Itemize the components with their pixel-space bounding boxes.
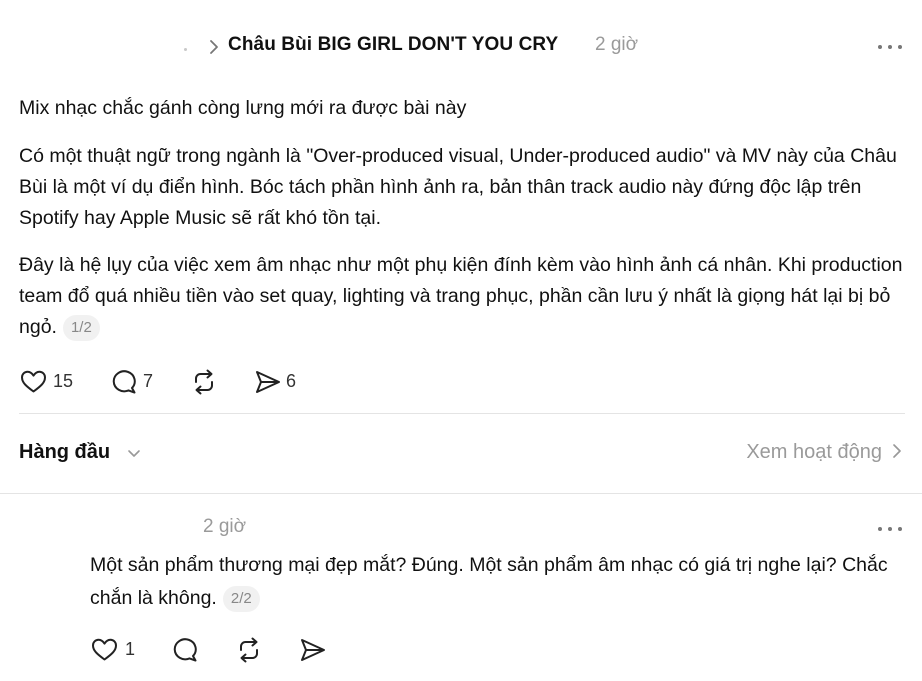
post-paragraph: Mix nhạc chắc gánh còng lưng mới ra được… xyxy=(19,97,467,119)
page-indicator-badge: 2/2 xyxy=(222,586,260,612)
post-timestamp[interactable]: 2 giờ xyxy=(595,34,638,56)
more-dots-icon[interactable] xyxy=(876,522,906,536)
view-activity-link[interactable]: Xem hoạt động xyxy=(746,441,902,469)
post-paragraph: Có một thuật ngữ trong ngành là "Over-pr… xyxy=(19,145,897,229)
post-author-title[interactable]: Châu Bùi BIG GIRL DON'T YOU CRY xyxy=(228,34,558,56)
reply-action-bar: 1 xyxy=(91,635,351,665)
like-button[interactable]: 15 xyxy=(20,367,80,397)
repost-icon xyxy=(195,369,213,395)
page-indicator-badge: 1/2 xyxy=(62,315,100,341)
send-icon xyxy=(301,639,325,661)
repost-button[interactable] xyxy=(235,635,265,665)
send-icon xyxy=(256,371,280,393)
divider xyxy=(0,493,922,494)
share-button[interactable]: 6 xyxy=(254,367,314,397)
like-count: 1 xyxy=(125,639,136,659)
divider xyxy=(19,413,905,414)
reply-timestamp[interactable]: 2 giờ xyxy=(203,516,246,538)
heart-icon xyxy=(92,638,117,661)
comment-count: 7 xyxy=(143,371,154,391)
comment-bubble-icon xyxy=(112,370,136,394)
reply-text: Một sản phẩm thương mại đẹp mắt? Đúng. M… xyxy=(90,554,888,609)
avatar[interactable] xyxy=(184,48,187,51)
post-paragraph: Đây là hệ lụy của việc xem âm nhạc như m… xyxy=(19,254,903,338)
comment-bubble-icon xyxy=(173,638,197,662)
like-count: 15 xyxy=(53,371,74,391)
chevron-right-icon xyxy=(893,444,901,458)
repost-icon xyxy=(240,637,258,663)
comment-button[interactable] xyxy=(171,635,201,665)
sort-dropdown[interactable]: Hàng đầu xyxy=(19,441,140,469)
chevron-down-icon xyxy=(128,450,140,457)
sort-label: Hàng đầu xyxy=(19,441,111,463)
reply-body: Một sản phẩm thương mại đẹp mắt? Đúng. M… xyxy=(90,549,890,615)
share-count: 6 xyxy=(286,371,297,391)
more-dots-icon[interactable] xyxy=(876,40,906,54)
comment-button[interactable]: 7 xyxy=(110,367,160,397)
share-button[interactable] xyxy=(299,635,329,665)
post-action-bar: 15 7 6 xyxy=(20,367,320,397)
chevron-right-icon xyxy=(210,40,218,54)
like-button[interactable]: 1 xyxy=(91,635,141,665)
post-paragraph-with-indicator: Đây là hệ lụy của việc xem âm nhạc như m… xyxy=(19,250,914,343)
heart-icon xyxy=(21,370,46,393)
post-header: Châu Bùi BIG GIRL DON'T YOU CRY 2 giờ xyxy=(0,30,922,64)
view-activity-label: Xem hoạt động xyxy=(746,441,882,463)
repost-button[interactable] xyxy=(190,367,220,397)
